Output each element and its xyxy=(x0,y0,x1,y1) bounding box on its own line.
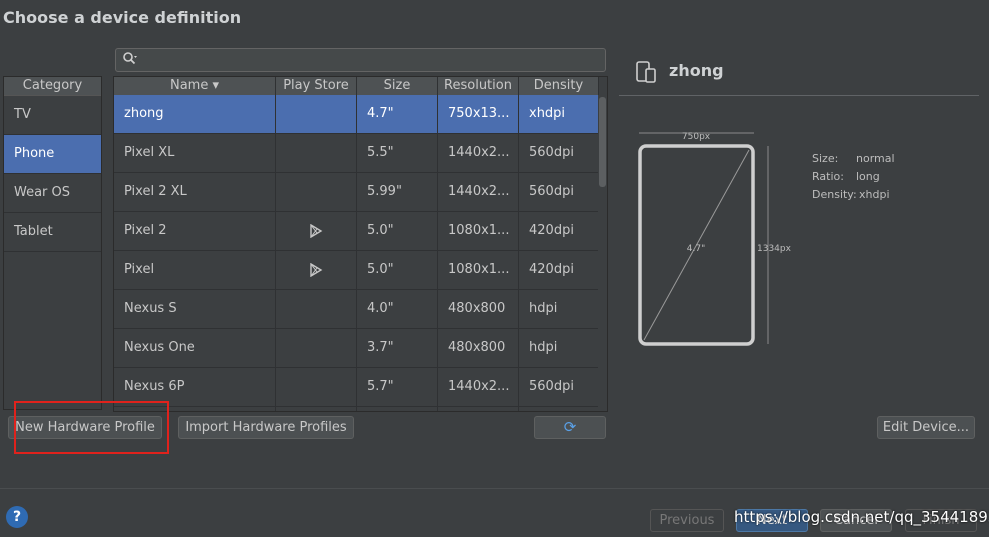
device-icon xyxy=(634,60,658,88)
size-cell: 4.7" xyxy=(357,95,438,133)
size-cell: 4.0" xyxy=(357,290,438,328)
table-row[interactable]: Nexus 65.96"1440x2...560dpi xyxy=(114,407,599,411)
refresh-button[interactable]: ⟳ xyxy=(534,416,606,439)
device-name-cell: Pixel XL xyxy=(114,134,276,172)
diagonal-label: 4.7" xyxy=(687,244,705,254)
dialog-title: Choose a device definition xyxy=(3,8,242,27)
density-cell: 420dpi xyxy=(519,251,599,289)
width-label: 750px xyxy=(682,132,711,142)
size-cell: 5.0" xyxy=(357,212,438,250)
category-item-tv[interactable]: TV xyxy=(4,96,101,135)
density-cell: hdpi xyxy=(519,329,599,367)
help-icon[interactable]: ? xyxy=(6,506,28,528)
device-preview: 750px 4.7" 1334px xyxy=(630,128,805,357)
density-cell: 560dpi xyxy=(519,134,599,172)
spec-ratio-key: Ratio: xyxy=(812,170,844,183)
play-store-cell xyxy=(276,329,357,367)
category-item-wear-os[interactable]: Wear OS xyxy=(4,174,101,213)
size-cell: 5.5" xyxy=(357,134,438,172)
table-row[interactable]: Pixel XL 5.5" 1440x2... 560dpi xyxy=(114,134,599,173)
import-hardware-profiles-button[interactable]: Import Hardware Profiles xyxy=(178,416,354,439)
resolution-cell: 1080x1... xyxy=(438,251,519,289)
edit-device-button[interactable]: Edit Device... xyxy=(877,416,975,439)
divider xyxy=(619,95,979,96)
play-store-cell xyxy=(276,95,357,133)
spec-ratio-value: long xyxy=(856,170,880,183)
table-row[interactable]: zhong 4.7" 750x13... xhdpi xyxy=(114,95,599,134)
column-header-resolution[interactable]: Resolution xyxy=(438,77,519,95)
search-icon xyxy=(122,51,138,71)
scrollbar-thumb[interactable] xyxy=(599,97,606,187)
size-cell: 5.0" xyxy=(357,251,438,289)
column-header-size[interactable]: Size xyxy=(357,77,438,95)
resolution-cell: 1440x2... xyxy=(438,407,519,411)
table-scrollbar[interactable] xyxy=(598,95,607,411)
play-store-cell xyxy=(276,173,357,211)
size-cell: 5.96" xyxy=(357,407,438,411)
density-cell: 560dpi xyxy=(519,173,599,211)
category-header: Category xyxy=(4,77,101,96)
device-name-cell: Pixel 2 XL xyxy=(114,173,276,211)
device-name-cell: Pixel xyxy=(114,251,276,289)
device-name-cell: Pixel 2 xyxy=(114,212,276,250)
table-row[interactable]: Pixel 2 5.0" 1080x1... 420dpi xyxy=(114,212,599,251)
previous-button[interactable]: Previous xyxy=(650,509,724,532)
device-name-heading: zhong xyxy=(669,61,724,80)
device-name-cell: Nexus S xyxy=(114,290,276,328)
table-row[interactable]: Nexus 6P 5.7" 1440x2... 560dpi xyxy=(114,368,599,407)
play-store-icon xyxy=(310,262,323,277)
height-label: 1334px xyxy=(757,244,792,254)
footer-divider xyxy=(0,488,989,489)
density-cell: xhdpi xyxy=(519,95,599,133)
play-store-cell xyxy=(276,290,357,328)
play-store-cell xyxy=(276,251,357,289)
resolution-cell: 480x800 xyxy=(438,329,519,367)
table-row[interactable]: Pixel 5.0" 1080x1... 420dpi xyxy=(114,251,599,290)
category-list: Category TV Phone Wear OS Tablet xyxy=(3,76,102,410)
size-cell: 3.7" xyxy=(357,329,438,367)
device-name-cell: Nexus One xyxy=(114,329,276,367)
density-cell: 420dpi xyxy=(519,212,599,250)
resolution-cell: 1440x2... xyxy=(438,368,519,406)
play-store-icon xyxy=(310,223,323,238)
spec-size-key: Size: xyxy=(812,152,839,165)
column-header-name[interactable]: Name ▾ xyxy=(114,77,276,95)
resolution-cell: 1440x2... xyxy=(438,134,519,172)
table-row[interactable]: Pixel 2 XL 5.99" 1440x2... 560dpi xyxy=(114,173,599,212)
device-table: Name ▾ Play Store Size Resolution Densit… xyxy=(113,76,608,412)
table-row[interactable]: Nexus S 4.0" 480x800 hdpi xyxy=(114,290,599,329)
resolution-cell: 480x800 xyxy=(438,290,519,328)
spec-size-value: normal xyxy=(856,152,895,165)
play-store-cell xyxy=(276,407,357,411)
spec-density-value: xhdpi xyxy=(859,188,890,201)
density-cell: hdpi xyxy=(519,290,599,328)
size-cell: 5.99" xyxy=(357,173,438,211)
refresh-icon: ⟳ xyxy=(563,418,577,436)
spec-density-key: Density: xyxy=(812,188,857,201)
play-store-cell xyxy=(276,368,357,406)
density-cell: 560dpi xyxy=(519,407,599,411)
play-store-cell xyxy=(276,134,357,172)
table-body: zhong 4.7" 750x13... xhdpi Pixel XL 5.5" 1440x… xyxy=(114,95,599,411)
column-header-play-store[interactable]: Play Store xyxy=(276,77,357,95)
size-cell: 5.7" xyxy=(357,368,438,406)
table-header: Name ▾ Play Store Size Resolution Densit… xyxy=(114,77,599,96)
table-row[interactable]: Nexus One 3.7" 480x800 hdpi xyxy=(114,329,599,368)
column-header-density[interactable]: Density xyxy=(519,77,599,95)
watermark-text: https://blog.csdn.net/qq_35441893 xyxy=(734,508,989,526)
device-name-cell: zhong xyxy=(114,95,276,133)
density-cell: 560dpi xyxy=(519,368,599,406)
resolution-cell: 1440x2... xyxy=(438,173,519,211)
annotation-highlight-box xyxy=(14,401,169,454)
play-store-cell xyxy=(276,212,357,250)
resolution-cell: 750x13... xyxy=(438,95,519,133)
category-item-phone[interactable]: Phone xyxy=(4,135,101,174)
category-item-tablet[interactable]: Tablet xyxy=(4,213,101,252)
search-input[interactable] xyxy=(115,48,606,72)
resolution-cell: 1080x1... xyxy=(438,212,519,250)
